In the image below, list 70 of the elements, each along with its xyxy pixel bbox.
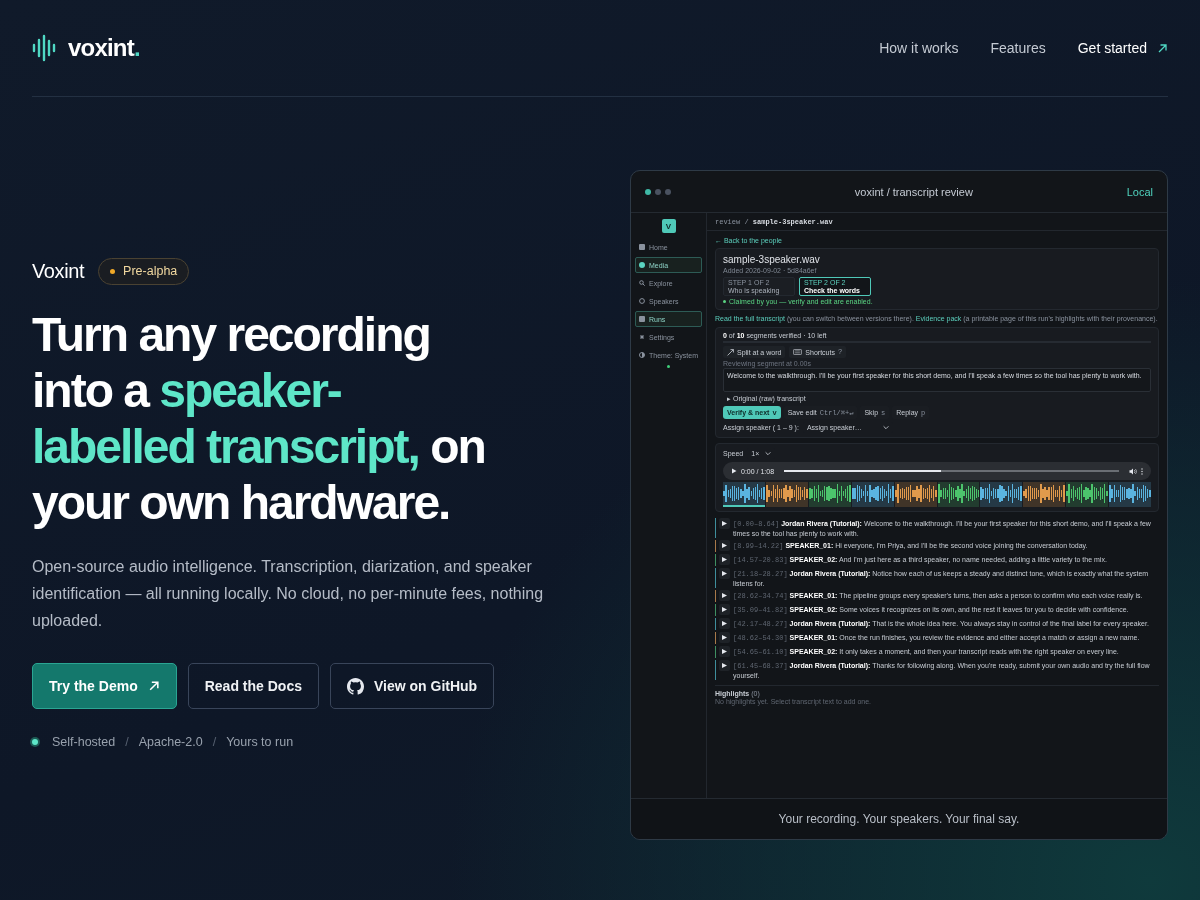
arrow-icon (727, 348, 734, 356)
waveform-clip[interactable] (808, 482, 851, 507)
fact-label: Apache-2.0 (138, 735, 203, 749)
status-dot-icon (667, 365, 670, 368)
play-button[interactable] (719, 540, 730, 551)
waveform-clip[interactable] (980, 482, 1023, 507)
waveform-clip[interactable] (937, 482, 980, 507)
caption: Your recording. Your speakers. Your final say. (631, 798, 1167, 839)
demo-button[interactable]: Try the Demo (32, 663, 177, 709)
fact-label: Self-hosted (52, 735, 116, 749)
play-icon (722, 649, 727, 654)
play-icon (722, 607, 727, 612)
nav-link[interactable]: Features (990, 40, 1046, 56)
play-button[interactable] (719, 518, 730, 529)
waveform-clip[interactable] (1023, 482, 1066, 507)
play-button[interactable] (719, 554, 730, 565)
docs-button[interactable]: Read the Docs (187, 663, 319, 709)
waveform-clip[interactable] (1109, 482, 1152, 507)
square-icon (639, 244, 645, 250)
search-icon (639, 280, 645, 286)
play-icon (722, 571, 727, 576)
play-button[interactable] (719, 646, 730, 657)
play-icon[interactable] (731, 468, 737, 474)
play-icon (722, 663, 727, 668)
play-icon (722, 557, 727, 562)
nav-link[interactable]: How it works (879, 40, 959, 56)
fact-label: Yours to run (226, 735, 294, 749)
waveform-clip[interactable] (1066, 482, 1109, 507)
play-button[interactable] (719, 604, 730, 615)
contrast-icon (639, 352, 645, 358)
waveform-clip[interactable] (894, 482, 937, 507)
play-button[interactable] (719, 568, 730, 579)
arrow-icon (1157, 42, 1168, 54)
keyboard-icon (793, 349, 803, 355)
chevron-down-icon (882, 425, 889, 430)
logo-icon (32, 34, 56, 62)
app-logo[interactable]: V (661, 219, 676, 233)
play-icon (722, 621, 727, 626)
dot-icon (639, 262, 645, 268)
volume-icon[interactable] (1129, 467, 1137, 475)
play-icon (722, 521, 727, 526)
play-button[interactable] (719, 660, 730, 671)
arrow-icon (147, 680, 160, 692)
window-title: voxint / transcript review (854, 185, 973, 198)
waveform-clip[interactable] (851, 482, 894, 507)
file-name: sample-3speaker.wav (723, 254, 820, 265)
github-button[interactable]: View on GitHub (329, 663, 495, 709)
waveform-clip[interactable] (723, 482, 765, 507)
mode-label: Local (1126, 185, 1153, 198)
product-name: Voxint (32, 260, 85, 283)
play-icon (722, 635, 727, 640)
headline: Turn any recording into a speaker-labelled transcript, on your own hardware. (32, 307, 486, 531)
play-button[interactable] (719, 632, 730, 643)
play-icon (722, 593, 727, 598)
play-icon (722, 543, 727, 548)
chevron-down-icon (765, 451, 772, 456)
window-controls-icon (645, 188, 671, 195)
status-dot-icon (32, 739, 38, 745)
status-badge: Pre-alpha (98, 258, 190, 285)
nav-link[interactable]: Get started (1077, 40, 1168, 56)
cat-logo-icon (346, 677, 364, 695)
separator: / (212, 735, 217, 749)
square-icon (639, 316, 645, 322)
description: Open-source audio intelligence. Transcription, diarization, and speaker identification — all running locally. No cloud, no per-minute fees, nothing uploaded. (32, 557, 545, 631)
waveform-clip[interactable] (765, 482, 808, 507)
play-button[interactable] (719, 590, 730, 601)
separator: / (125, 735, 129, 749)
play-button[interactable] (719, 618, 730, 629)
logo-text[interactable]: voxint. (68, 34, 140, 62)
circle-icon (639, 298, 645, 304)
